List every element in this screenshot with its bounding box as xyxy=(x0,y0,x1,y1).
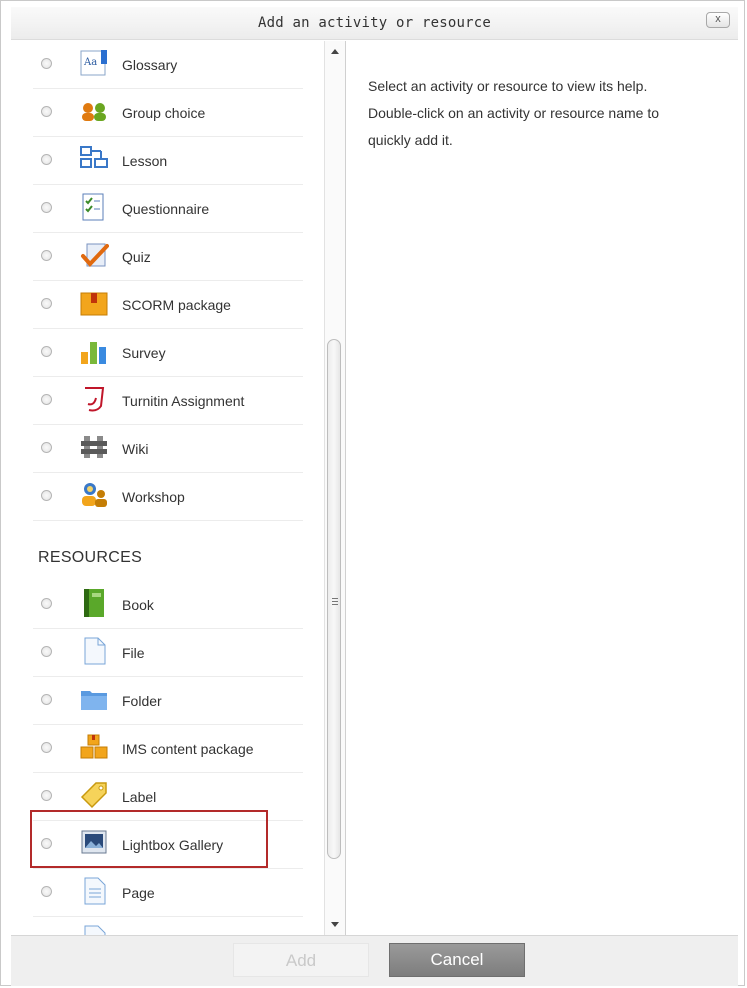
quiz-icon xyxy=(79,240,109,270)
radio-button[interactable] xyxy=(41,598,52,609)
radio-button[interactable] xyxy=(41,58,52,69)
list-item-partial xyxy=(33,917,303,935)
list-item-label: Book xyxy=(122,597,154,613)
list-item-label: Turnitin Assignment xyxy=(122,393,245,409)
resources-heading: RESOURCES xyxy=(38,549,143,566)
list-item-glossary[interactable]: Aa Glossary xyxy=(33,41,303,89)
radio-button[interactable] xyxy=(41,346,52,357)
survey-icon xyxy=(79,336,109,366)
list-item-questionnaire[interactable]: Questionnaire xyxy=(33,185,303,233)
list-item-scorm-package[interactable]: SCORM package xyxy=(33,281,303,329)
list-item-workshop[interactable]: Workshop xyxy=(33,473,303,521)
list-item-label: Glossary xyxy=(122,57,178,73)
help-text: Select an activity or resource to view i… xyxy=(368,73,718,154)
help-line: quickly add it. xyxy=(368,132,453,148)
list-item-label: Label xyxy=(122,789,157,805)
list-item-label: Workshop xyxy=(122,489,185,505)
dialog-footer: Add Cancel xyxy=(11,935,738,986)
help-line: Double-click on an activity or resource … xyxy=(368,105,660,121)
file-icon xyxy=(79,636,109,666)
list-item-turnitin-assignment[interactable]: Turnitin Assignment xyxy=(33,377,303,425)
list-item-wiki[interactable]: Wiki xyxy=(33,425,303,473)
list-item-book[interactable]: Book xyxy=(33,581,303,629)
page-icon xyxy=(79,876,109,906)
scrollbar-thumb[interactable] xyxy=(327,339,341,859)
workshop-icon xyxy=(79,480,109,510)
list-item-label: Quiz xyxy=(122,249,151,265)
radio-button[interactable] xyxy=(41,202,52,213)
list-item-label: Wiki xyxy=(122,441,149,457)
list-item-folder[interactable]: Folder xyxy=(33,677,303,725)
questionnaire-icon xyxy=(79,192,109,222)
radio-button[interactable] xyxy=(41,154,52,165)
radio-button[interactable] xyxy=(41,442,52,453)
list-item-label: SCORM package xyxy=(122,297,231,313)
book-icon xyxy=(79,588,109,618)
cancel-button[interactable]: Cancel xyxy=(389,943,525,977)
group-choice-icon xyxy=(79,96,109,126)
list-item-label: Page xyxy=(122,885,155,901)
selection-highlight xyxy=(30,810,268,868)
label-tag-icon xyxy=(79,780,109,810)
wiki-icon xyxy=(79,432,109,462)
radio-button[interactable] xyxy=(41,742,52,753)
radio-button[interactable] xyxy=(41,250,52,261)
radio-button[interactable] xyxy=(41,106,52,117)
radio-button[interactable] xyxy=(41,694,52,705)
list-item-group-choice[interactable]: Group choice xyxy=(33,89,303,137)
scorm-package-icon xyxy=(79,288,109,318)
page-icon xyxy=(79,924,109,935)
close-button[interactable]: x xyxy=(706,12,730,28)
list-item-label: File xyxy=(122,645,145,661)
list-item-label: Folder xyxy=(122,693,162,709)
module-list-pane: Aa Glossary Group choice Lesson Question… xyxy=(11,41,346,935)
list-item-lesson[interactable]: Lesson xyxy=(33,137,303,185)
radio-button[interactable] xyxy=(41,394,52,405)
grip-icon xyxy=(332,598,338,606)
glossary-icon: Aa xyxy=(79,48,109,78)
radio-button[interactable] xyxy=(41,646,52,657)
list-item-quiz[interactable]: Quiz xyxy=(33,233,303,281)
folder-icon xyxy=(79,684,109,714)
list-scrollbar[interactable] xyxy=(324,41,345,935)
scroll-up-arrow-icon[interactable] xyxy=(331,49,339,54)
radio-button[interactable] xyxy=(41,790,52,801)
list-item-label: Group choice xyxy=(122,105,206,121)
list-item-ims-content-package[interactable]: IMS content package xyxy=(33,725,303,773)
list-item-file[interactable]: File xyxy=(33,629,303,677)
scroll-down-arrow-icon[interactable] xyxy=(331,922,339,927)
list-item-label: Survey xyxy=(122,345,166,361)
list-item-label: IMS content package xyxy=(122,741,254,757)
help-line: Select an activity or resource to view i… xyxy=(368,78,648,94)
add-activity-dialog: Add an activity or resource x Aa Glossar… xyxy=(0,0,745,986)
lesson-icon xyxy=(79,144,109,174)
radio-button[interactable] xyxy=(41,886,52,897)
list-item-label: Lesson xyxy=(122,153,168,169)
dialog-title: Add an activity or resource xyxy=(258,15,491,31)
ims-package-icon xyxy=(79,732,109,762)
list-item-page[interactable]: Page xyxy=(33,869,303,917)
add-button[interactable]: Add xyxy=(233,943,369,977)
dialog-titlebar: Add an activity or resource x xyxy=(11,7,738,40)
list-item-survey[interactable]: Survey xyxy=(33,329,303,377)
svg-text:Aa: Aa xyxy=(83,57,97,68)
radio-button[interactable] xyxy=(41,298,52,309)
turnitin-icon xyxy=(79,384,109,414)
list-item-label: Questionnaire xyxy=(122,201,210,217)
radio-button[interactable] xyxy=(41,490,52,501)
